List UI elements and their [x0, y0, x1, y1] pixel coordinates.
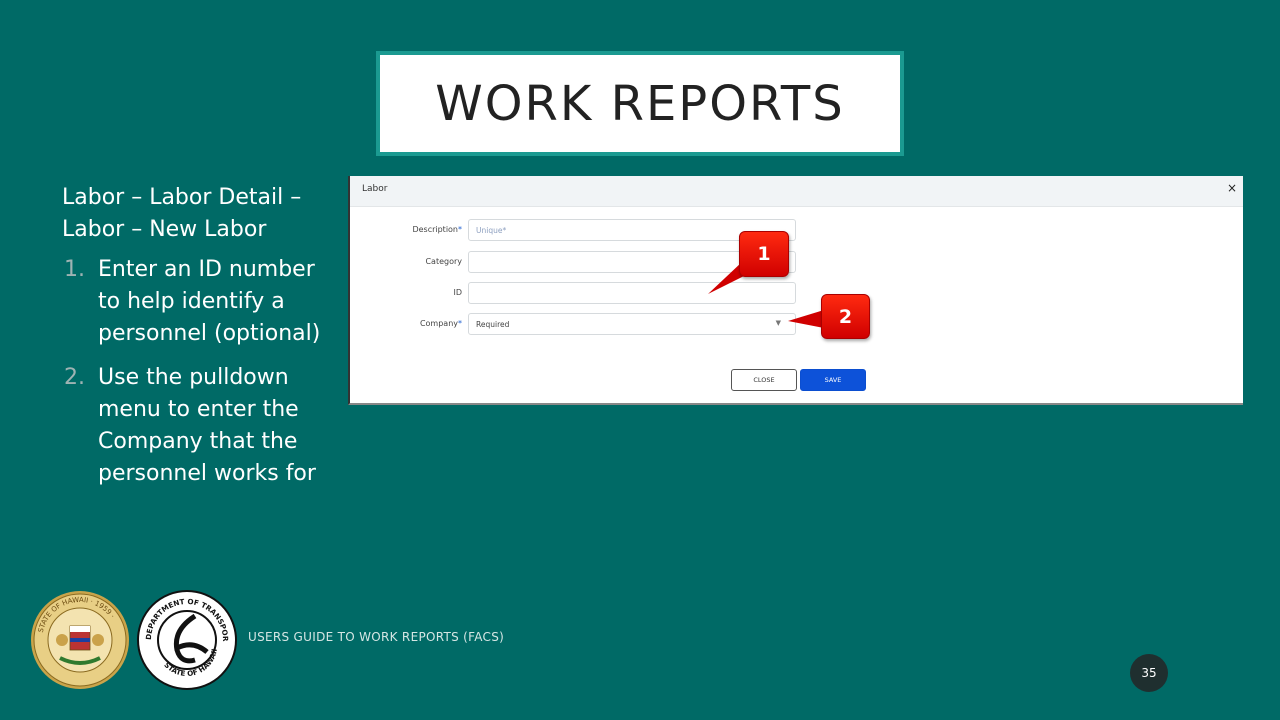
page-number: 35 [1130, 654, 1168, 692]
footer-text: USERS GUIDE TO WORK REPORTS (FACS) [248, 630, 505, 644]
dot-seal-icon: DEPARTMENT OF TRANSPORTATION STATE OF HA… [137, 590, 237, 690]
callout-2-label: 2 [821, 294, 870, 339]
hawaii-state-seal-icon: STATE OF HAWAII · 1959 · [31, 591, 129, 689]
